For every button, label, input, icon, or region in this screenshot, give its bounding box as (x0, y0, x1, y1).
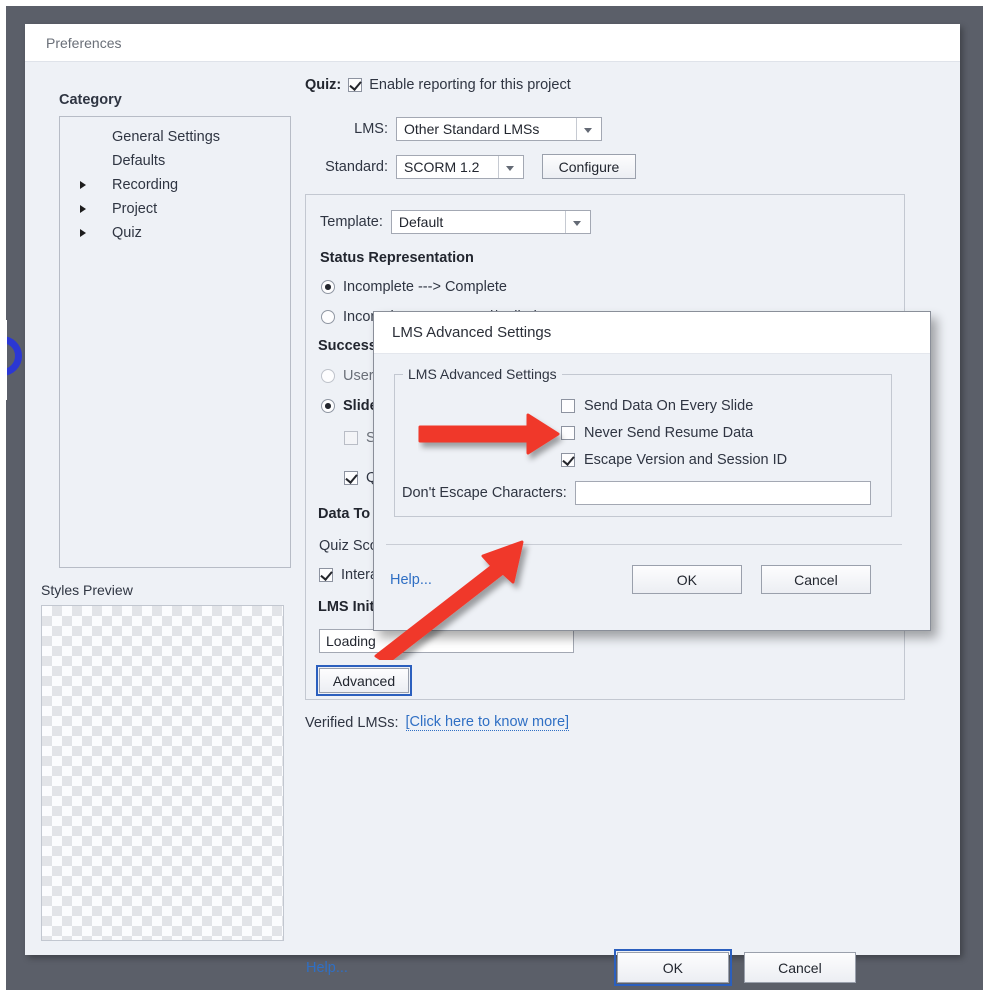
footer-cancel-label: Cancel (778, 959, 822, 976)
select-divider (498, 155, 499, 178)
dialog-cancel-button[interactable]: Cancel (760, 565, 871, 594)
chevron-right-icon[interactable] (80, 181, 86, 189)
never-send-resume-data-checkbox[interactable] (561, 426, 575, 440)
category-list[interactable]: General Settings Defaults Recording Proj… (59, 116, 291, 568)
select-divider (576, 118, 577, 140)
sidebar-item-defaults[interactable]: Defaults (60, 149, 290, 173)
dont-escape-characters-row: Don't Escape Characters: (402, 481, 886, 505)
dialog-title: LMS Advanced Settings (392, 324, 552, 341)
escape-version-session-id-checkbox[interactable] (561, 453, 575, 467)
never-send-resume-data-row[interactable]: Never Send Resume Data (561, 425, 753, 441)
configure-button[interactable]: Configure (542, 154, 636, 179)
sidebar-item-label: Quiz (112, 225, 142, 241)
loading-text-input[interactable]: Loading (319, 629, 574, 653)
template-select[interactable]: Default (390, 210, 591, 234)
sidebar-item-general-settings[interactable]: General Settings (60, 125, 290, 149)
status-representation-heading: Status Representation (320, 250, 474, 266)
footer-ok-button[interactable]: OK (613, 949, 732, 986)
dont-escape-characters-label: Don't Escape Characters: (402, 485, 567, 501)
sidebar-item-project[interactable]: Project (60, 197, 290, 221)
status-option-complete-row[interactable]: Incomplete ---> Complete (321, 279, 507, 295)
standard-row: Standard: SCORM 1.2 Configure (305, 154, 932, 179)
category-pane: Category General Settings Defaults Recor… (37, 92, 295, 941)
styles-preview-label: Styles Preview (41, 582, 133, 598)
template-row: Template: Default (320, 210, 591, 234)
frame-edge-right (958, 6, 983, 990)
advanced-button[interactable]: Advanced (316, 665, 412, 696)
sidebar-item-label: Recording (112, 177, 179, 193)
sidebar-item-label: Defaults (112, 153, 166, 169)
chevron-down-icon[interactable] (506, 165, 514, 171)
screenshot-frame: Preferences Category General Settings De… (0, 0, 989, 999)
verified-lms-label: Verified LMSs: (305, 714, 399, 731)
enable-reporting-label: Enable reporting for this project (369, 77, 571, 93)
enable-reporting-row: Quiz: Enable reporting for this project (305, 74, 932, 96)
status-option-passedfailed-radio[interactable] (321, 310, 335, 324)
chevron-right-icon[interactable] (80, 205, 86, 213)
sidebar-item-label: Project (112, 201, 158, 217)
dialog-divider (386, 544, 902, 545)
sidebar-item-label: General Settings (112, 129, 221, 145)
window-title: Preferences (46, 34, 122, 51)
window-footer: Help... OK Cancel (306, 949, 927, 986)
frame-edge-top (6, 6, 983, 26)
dont-escape-characters-input[interactable] (574, 481, 871, 505)
lms-select-value: Other Standard LMSs (404, 121, 540, 137)
chevron-down-icon[interactable] (584, 128, 592, 133)
standard-select[interactable]: SCORM 1.2 (396, 154, 524, 179)
slide-views-sub-checkbox[interactable] (344, 431, 358, 445)
interactions-checkbox[interactable] (319, 568, 333, 582)
success-option-slide-views-radio[interactable] (321, 399, 335, 413)
footer-cancel-button[interactable]: Cancel (743, 952, 856, 983)
category-heading: Category (59, 92, 122, 108)
template-select-value: Default (398, 214, 444, 230)
window-titlebar: Preferences (25, 24, 960, 62)
select-divider (564, 211, 566, 233)
template-label: Template: (320, 214, 383, 230)
dialog-footer: Help... OK Cancel (390, 565, 910, 594)
send-data-every-slide-label: Send Data On Every Slide (584, 398, 754, 414)
lms-advanced-settings-dialog: LMS Advanced Settings LMS Advanced Setti… (373, 311, 931, 631)
footer-ok-label: OK (662, 959, 684, 976)
status-option-complete-label: Incomplete ---> Complete (343, 279, 507, 295)
lms-row: LMS: Other Standard LMSs (305, 117, 932, 141)
fieldset-legend: LMS Advanced Settings (403, 366, 562, 382)
lms-select[interactable]: Other Standard LMSs (396, 117, 602, 141)
sidebar-item-quiz[interactable]: Quiz (60, 221, 290, 245)
styles-preview-canvas (41, 605, 284, 941)
chevron-down-icon[interactable] (572, 221, 581, 226)
configure-button-label: Configure (558, 158, 620, 175)
verified-lms-row: Verified LMSs: [Click here to know more] (305, 714, 932, 731)
escape-version-session-id-label: Escape Version and Session ID (584, 452, 788, 468)
advanced-button-label: Advanced (332, 672, 396, 689)
chevron-right-icon[interactable] (80, 229, 86, 237)
send-data-every-slide-row[interactable]: Send Data On Every Slide (561, 398, 753, 414)
lms-label: LMS: (354, 121, 388, 137)
blue-circle-mask (0, 320, 7, 400)
quiz-sub-checkbox[interactable] (344, 471, 358, 485)
escape-version-session-id-row[interactable]: Escape Version and Session ID (561, 452, 787, 468)
verified-lms-link[interactable]: [Click here to know more] (405, 714, 570, 731)
dialog-help-link[interactable]: Help... (390, 572, 432, 588)
never-send-resume-data-label: Never Send Resume Data (584, 425, 754, 441)
status-option-complete-radio[interactable] (321, 280, 335, 294)
dialog-ok-button[interactable]: OK (631, 565, 742, 594)
lms-advanced-settings-fieldset: LMS Advanced Settings Send Data On Every… (394, 366, 892, 517)
standard-select-value: SCORM 1.2 (404, 158, 480, 175)
quiz-label: Quiz: (305, 77, 342, 93)
send-data-every-slide-checkbox[interactable] (561, 399, 575, 413)
dialog-ok-label: OK (676, 571, 698, 588)
standard-label: Standard: (325, 158, 388, 175)
dialog-titlebar: LMS Advanced Settings (374, 312, 930, 354)
loading-text-value: Loading (326, 633, 376, 649)
success-option-user-access-radio[interactable] (321, 369, 335, 383)
enable-reporting-checkbox[interactable] (348, 78, 363, 92)
dialog-body: LMS Advanced Settings Send Data On Every… (374, 354, 930, 631)
sidebar-item-recording[interactable]: Recording (60, 173, 290, 197)
footer-help-link[interactable]: Help... (306, 960, 348, 976)
dialog-cancel-label: Cancel (794, 571, 838, 588)
